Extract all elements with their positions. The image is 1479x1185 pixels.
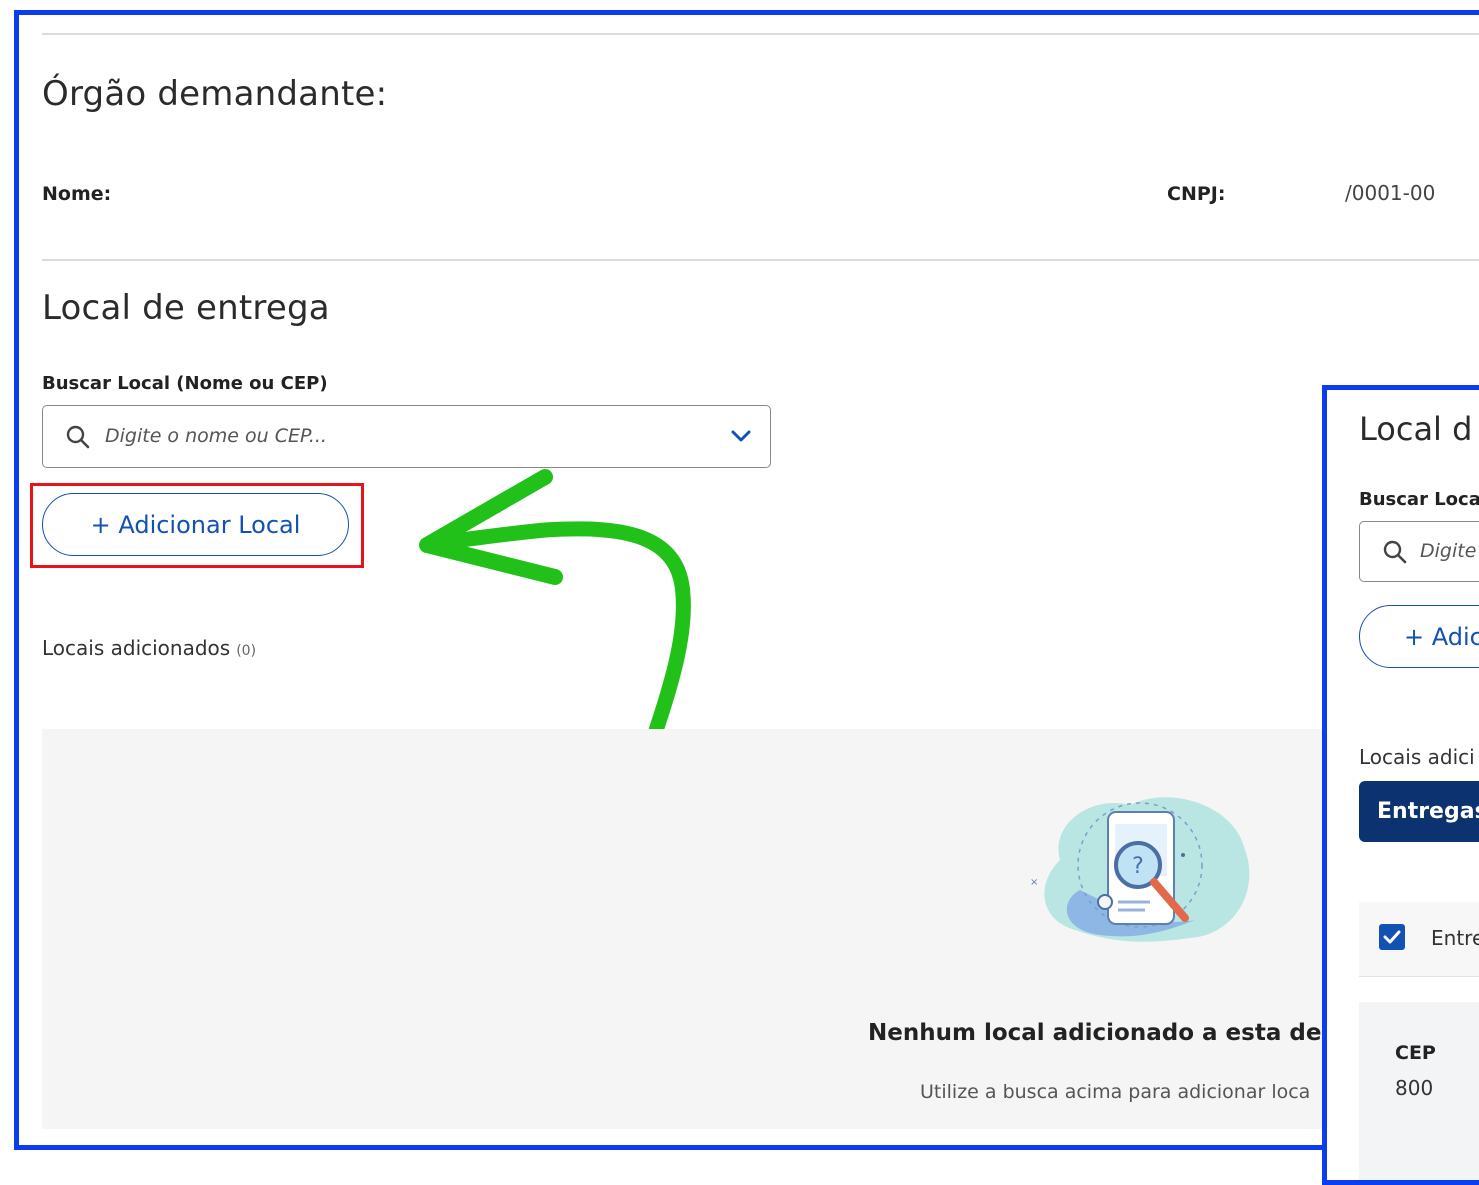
cep-value: 800 [1395, 1076, 1434, 1100]
delivery-location-card: CEP 800 [1359, 1002, 1479, 1180]
search-document-illustration-icon: ? × [1030, 797, 1250, 942]
empty-state-subtitle: Utilize a busca acima para adicionar loc… [920, 1081, 1311, 1103]
second-section-title: Local d [1359, 410, 1473, 448]
empty-state-title: Nenhum local adicionado a esta den [868, 1020, 1338, 1046]
select-all-checkbox[interactable] [1379, 924, 1405, 950]
second-search-placeholder: Digite [1420, 540, 1477, 562]
search-label: Buscar Local (Nome ou CEP) [42, 373, 328, 394]
cep-label: CEP [1395, 1042, 1436, 1064]
divider-top [42, 33, 1479, 35]
second-locais-adicionados-label: Locais adici [1359, 745, 1475, 769]
cnpj-value: /0001-00 [1345, 181, 1436, 205]
nome-label: Nome: [42, 183, 112, 205]
divider-mid [42, 259, 1479, 261]
second-search-icon [1382, 539, 1408, 569]
select-all-row: Entre [1359, 902, 1479, 977]
chevron-down-icon[interactable] [730, 428, 752, 448]
second-search-label: Buscar Loca [1359, 489, 1479, 510]
second-search-input[interactable]: Digite [1359, 521, 1479, 582]
section-title-orgao: Órgão demandante: [42, 74, 388, 114]
select-all-label: Entre [1431, 926, 1479, 950]
svg-text:?: ? [1132, 854, 1144, 879]
second-view-frame: Local d Buscar Loca Digite + Adic Locais… [1322, 385, 1479, 1185]
second-add-local-button[interactable]: + Adic [1359, 605, 1479, 668]
locais-adicionados-label: Locais adicionados (0) [42, 636, 257, 660]
svg-text:×: × [1030, 877, 1038, 888]
section-title-local: Local de entrega [42, 288, 330, 328]
add-local-button[interactable]: + Adicionar Local [42, 493, 349, 556]
cnpj-label: CNPJ: [1167, 183, 1226, 205]
locais-count: (0) [236, 643, 257, 659]
search-input[interactable]: Digite o nome ou CEP... [42, 405, 771, 468]
entregas-tab-button[interactable]: Entregas [1359, 781, 1479, 842]
search-icon [65, 424, 91, 454]
search-placeholder: Digite o nome ou CEP... [105, 425, 327, 447]
